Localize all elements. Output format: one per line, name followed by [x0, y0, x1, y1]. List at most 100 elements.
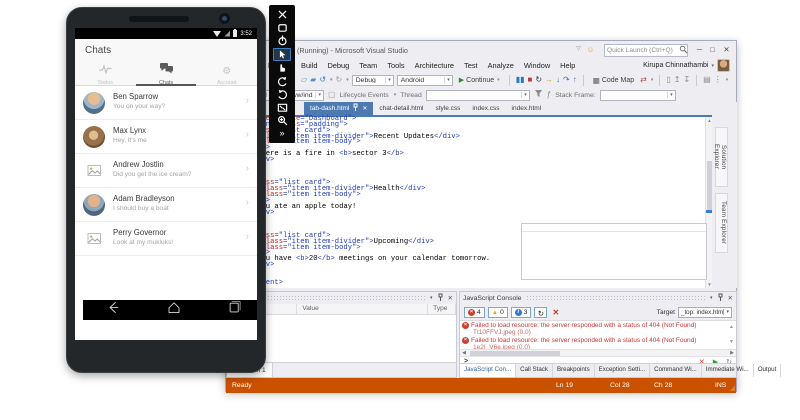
target-select[interactable]: _top: index.html ▾ [678, 306, 732, 318]
console-tab-6[interactable]: Output [754, 364, 782, 377]
window-position-icon[interactable]: ▾ [710, 295, 713, 301]
watch-column-type[interactable]: Type [428, 304, 456, 314]
doc-tab-index-css[interactable]: index.css [466, 102, 505, 115]
console-tab-4[interactable]: Command Wi... [650, 364, 702, 377]
pin-icon[interactable] [352, 103, 359, 114]
menu-item-help[interactable]: Help [555, 60, 580, 71]
console-tab-3[interactable]: Exception Setti... [595, 364, 651, 377]
tab-status[interactable]: Status [75, 62, 136, 86]
more-tools-icon[interactable]: ⋮ [714, 75, 722, 85]
pin-icon[interactable] [717, 293, 724, 304]
chevron-down-icon[interactable]: ▾ [497, 77, 500, 83]
menu-item-analyze[interactable]: Analyze [483, 60, 519, 71]
chevron-down-icon[interactable]: ▾ [330, 77, 333, 83]
nav-back-button[interactable] [106, 300, 121, 320]
feedback-smiley-icon[interactable]: ☺ [585, 45, 596, 54]
chat-item[interactable]: Max Lynx Hey, it's me › [75, 120, 257, 154]
solution-config-combo[interactable]: Debug ▾ [351, 74, 394, 86]
warnings-filter-button[interactable]: ▲ 0 [487, 306, 508, 318]
chevron-down-icon[interactable]: ▾ [346, 77, 349, 83]
watch-column-value[interactable]: Value [297, 304, 429, 314]
attach-icon[interactable]: ▰ [310, 75, 316, 85]
refresh-button[interactable]: ↻ [534, 306, 548, 318]
chevron-down-icon[interactable]: ▾ [726, 77, 729, 83]
thread-combo[interactable]: ▾ [425, 89, 530, 101]
menu-item-architecture[interactable]: Architecture [410, 60, 459, 71]
emu-close-icon[interactable] [273, 9, 291, 21]
emu-fit-to-screen-icon[interactable] [273, 101, 291, 113]
chevron-down-icon[interactable]: ▾ [651, 77, 654, 83]
console-title-bar[interactable]: JavaScript Console ▾ ✕ [460, 292, 736, 304]
resize-grip[interactable]: ◢ [730, 384, 735, 392]
notifications-funnel-icon[interactable]: ▽ [573, 45, 584, 52]
chevron-down-icon[interactable]: ▾ [444, 77, 452, 83]
stack-frame-combo[interactable]: ▾ [599, 89, 676, 101]
scroll-up-icon[interactable]: ▲ [729, 324, 734, 330]
sync-icon[interactable]: ⇄ [640, 75, 647, 85]
close-icon[interactable]: ✕ [362, 105, 367, 112]
doc-tab-chat-detail-html[interactable]: chat-detail.html [373, 102, 429, 115]
emu-more-icon[interactable]: » [273, 127, 291, 139]
task-list-icon[interactable]: ▤ [703, 75, 711, 85]
break-all-icon[interactable]: ▮▮ [516, 75, 525, 85]
pin-icon[interactable] [437, 293, 444, 304]
next-bookmark-icon[interactable]: ↧ [683, 75, 690, 85]
emu-cursor-icon[interactable] [273, 47, 291, 61]
redo-icon[interactable]: ↻ [336, 75, 343, 85]
continue-button[interactable]: ▶ Continue ▾ [456, 74, 503, 86]
chat-item[interactable]: Adam Bradleyson I should buy a boat › [75, 188, 257, 222]
chat-item[interactable]: Andrew Jostlin Did you get the ice cream?… [75, 154, 257, 188]
close-icon[interactable]: ✕ [448, 294, 453, 302]
menu-item-tools[interactable]: Tools [382, 60, 409, 71]
nav-home-button[interactable] [166, 300, 182, 320]
chat-item[interactable]: Perry Governor Look at my mukluks! › [75, 222, 257, 256]
console-error-file[interactable]: Tt10FFVJ.jpeg (0,0) [462, 329, 734, 336]
prev-bookmark-icon[interactable]: ↥ [674, 75, 681, 85]
restart-icon[interactable]: ↻ [535, 75, 542, 85]
chat-item[interactable]: Ben Sparrow You on your way? › [75, 86, 257, 120]
errors-filter-button[interactable]: × 4 [464, 306, 485, 318]
nav-recents-button[interactable] [227, 300, 242, 320]
clear-console-button[interactable]: ✕ [550, 308, 561, 317]
emu-power-icon[interactable] [273, 35, 291, 47]
console-tab-0[interactable]: JavaScript Con... [460, 364, 517, 377]
quick-launch-box[interactable] [604, 44, 688, 57]
console-tab-5[interactable]: Immediate Wi... [702, 364, 754, 377]
filter-funnel-icon[interactable] [534, 89, 543, 101]
emu-zoom-icon[interactable] [273, 114, 291, 126]
maximize-button[interactable]: □ [707, 45, 718, 54]
doc-tab-style-css[interactable]: style.css [430, 102, 467, 115]
side-tab-team-explorer[interactable]: Team Explorer [715, 193, 728, 253]
stop-debug-icon[interactable]: ■ [528, 75, 533, 85]
chevron-down-icon[interactable]: ▾ [385, 77, 393, 83]
chevron-down-icon[interactable]: ▾ [521, 92, 529, 98]
menu-item-window[interactable]: Window [519, 60, 555, 71]
bookmark-icon[interactable]: ▯ [666, 75, 670, 85]
emu-rotate-cw-icon[interactable] [273, 88, 291, 100]
console-tab-1[interactable]: Call Stack [516, 364, 553, 377]
quick-launch-input[interactable] [605, 47, 679, 54]
chevron-down-icon[interactable]: ▾ [667, 92, 675, 98]
minimize-button[interactable]: ─ [694, 45, 705, 54]
scrollbar-thumb[interactable] [470, 350, 560, 356]
menu-item-team[interactable]: Team [354, 60, 382, 71]
doc-tab-index-html[interactable]: index.html [506, 102, 548, 115]
console-tab-2[interactable]: Breakpoints [553, 364, 595, 377]
close-button[interactable]: ✕ [721, 45, 732, 54]
scroll-down-icon[interactable]: ▼ [729, 339, 734, 345]
new-item-icon[interactable]: ▱ [301, 75, 307, 85]
tab-chats[interactable]: Chats [135, 62, 197, 86]
emu-rotate-ccw-icon[interactable] [273, 75, 291, 87]
step-over-icon[interactable]: ↷ [563, 75, 570, 85]
drag-grip[interactable] [525, 295, 707, 301]
menu-item-build[interactable]: Build [296, 60, 322, 71]
user-account-button[interactable]: Kirupa Chinnathambi ▾ [643, 59, 730, 72]
chevron-down-icon[interactable]: ▾ [394, 92, 397, 98]
device-icon[interactable]: ▢ [328, 90, 336, 100]
show-next-statement-icon[interactable]: → [545, 75, 553, 85]
menu-item-test[interactable]: Test [459, 60, 483, 71]
emu-hand-icon[interactable] [273, 62, 291, 74]
chevron-down-icon[interactable]: ▾ [315, 92, 323, 98]
step-into-icon[interactable]: ↓ [556, 75, 560, 85]
platform-combo[interactable]: Android ▾ [396, 74, 453, 86]
